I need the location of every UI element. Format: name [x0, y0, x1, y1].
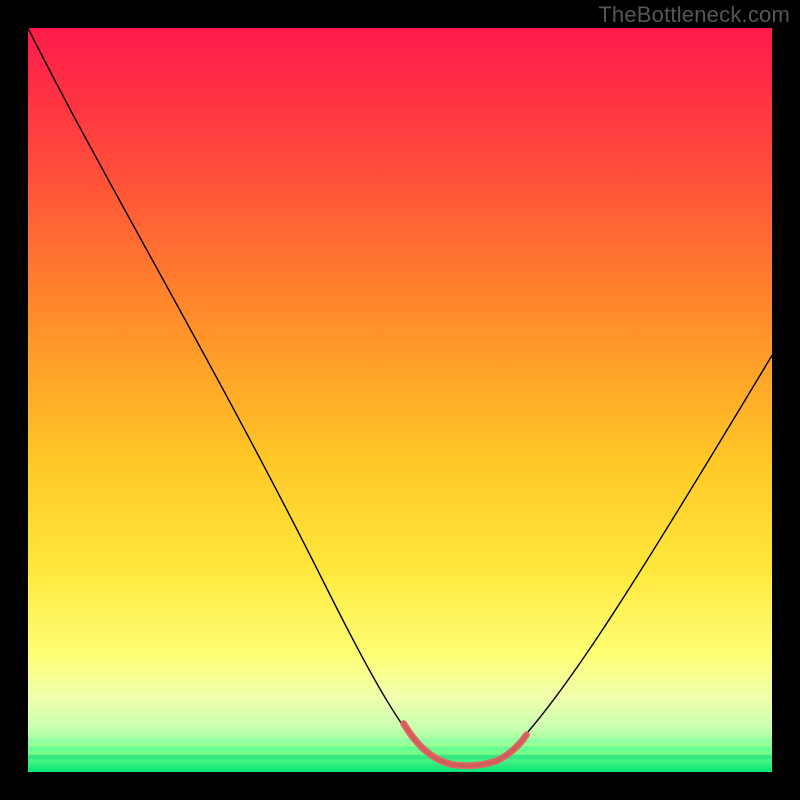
watermark-label: TheBottleneck.com	[598, 2, 790, 28]
chart-frame: TheBottleneck.com	[0, 0, 800, 800]
green-banding	[28, 739, 772, 760]
bottleneck-plot	[28, 28, 772, 772]
gradient-background	[28, 28, 772, 772]
